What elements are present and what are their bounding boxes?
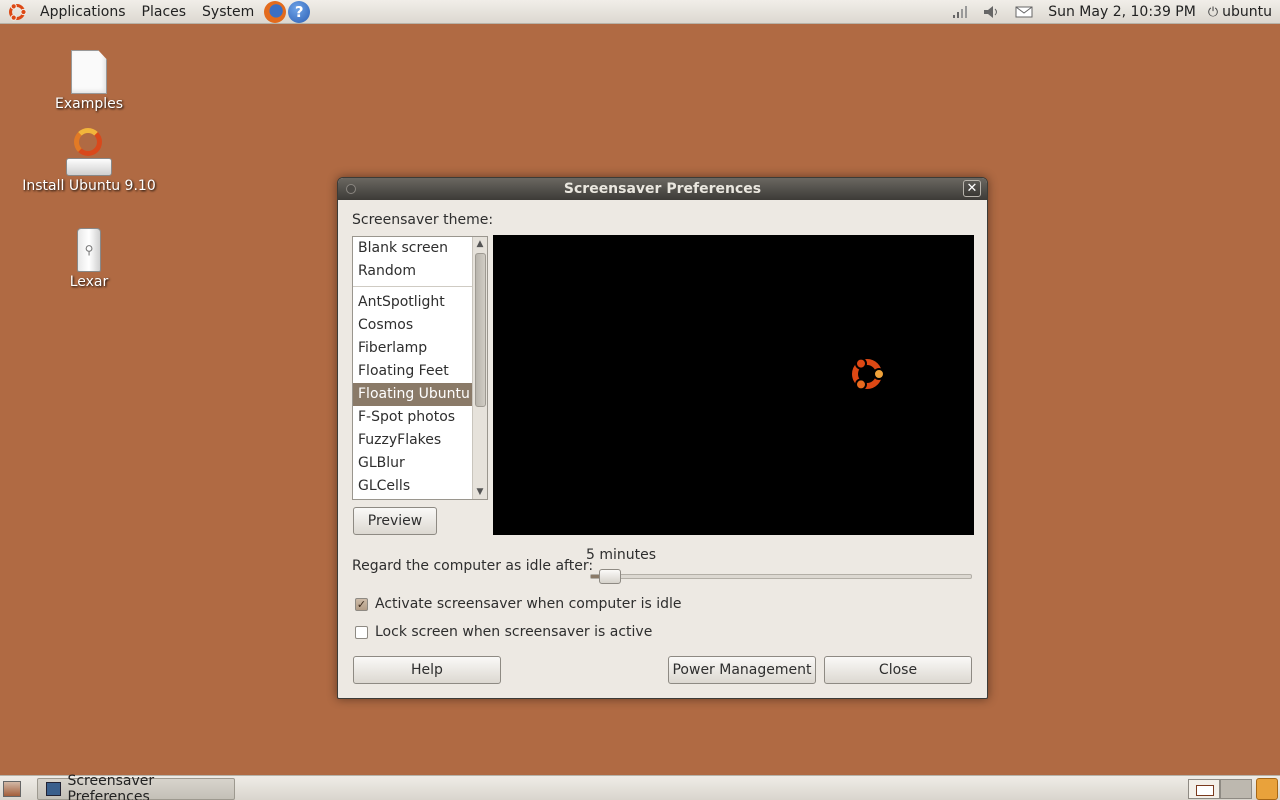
- lock-checkbox[interactable]: [355, 625, 368, 639]
- theme-item[interactable]: Floating Feet: [353, 360, 487, 383]
- ubuntu-logo-icon[interactable]: [6, 1, 28, 23]
- power-icon: ⏻: [1207, 4, 1219, 20]
- help-button[interactable]: Help: [353, 656, 501, 684]
- firefox-icon[interactable]: [264, 0, 287, 23]
- lock-screen-row[interactable]: Lock screen when screensaver is active: [355, 624, 652, 640]
- desktop-icon-install[interactable]: Install Ubuntu 9.10: [14, 128, 164, 194]
- theme-item[interactable]: Cosmos: [353, 314, 487, 337]
- activate-checkbox[interactable]: ✓: [355, 597, 368, 611]
- window-menu-icon[interactable]: [346, 184, 356, 194]
- lock-label: Lock screen when screensaver is active: [375, 624, 653, 640]
- theme-item[interactable]: Blank screen: [353, 237, 487, 260]
- theme-item[interactable]: FuzzyFlakes: [353, 429, 487, 452]
- user-menu[interactable]: ⏻ ubuntu: [1204, 4, 1280, 20]
- workspace-1[interactable]: [1188, 779, 1220, 799]
- theme-label: Screensaver theme:: [352, 212, 494, 228]
- clock[interactable]: Sun May 2, 10:39 PM: [1040, 4, 1204, 20]
- power-management-button[interactable]: Power Management: [668, 656, 816, 684]
- scroll-thumb[interactable]: [475, 253, 486, 407]
- desktop-icon-label: Install Ubuntu 9.10: [22, 178, 156, 194]
- workspace-2[interactable]: [1220, 779, 1252, 799]
- desktop-icon-label: Examples: [54, 96, 124, 112]
- theme-list[interactable]: Blank screen Random AntSpotlight Cosmos …: [352, 236, 488, 500]
- document-icon: [71, 50, 107, 94]
- desktop-icon-examples[interactable]: Examples: [14, 50, 164, 112]
- preview-button[interactable]: Preview: [353, 507, 437, 535]
- theme-item[interactable]: Random: [353, 260, 487, 283]
- desktop-icon-label: Lexar: [69, 274, 109, 290]
- activate-screensaver-row[interactable]: ✓ Activate screensaver when computer is …: [355, 596, 681, 612]
- window-icon: [46, 782, 62, 796]
- menu-system[interactable]: System: [194, 0, 262, 24]
- usb-drive-icon: ⚲: [77, 228, 101, 272]
- idle-slider[interactable]: [590, 569, 972, 584]
- help-icon[interactable]: ?: [288, 0, 311, 23]
- taskbar-label: Screensaver Preferences: [67, 773, 155, 800]
- scroll-down-icon[interactable]: ▼: [473, 485, 487, 499]
- close-button[interactable]: Close: [824, 656, 972, 684]
- user-name: ubuntu: [1222, 4, 1272, 20]
- trash-icon[interactable]: [1256, 778, 1278, 800]
- scroll-up-icon[interactable]: ▲: [473, 237, 487, 251]
- desktop-icon-lexar[interactable]: ⚲ Lexar: [14, 228, 164, 290]
- mail-icon[interactable]: [1014, 2, 1034, 22]
- theme-list-scrollbar[interactable]: ▲ ▼: [472, 237, 487, 499]
- idle-label: Regard the computer as idle after:: [352, 558, 594, 574]
- menu-places[interactable]: Places: [134, 0, 195, 24]
- activate-label: Activate screensaver when computer is id…: [375, 596, 682, 612]
- theme-item[interactable]: F-Spot photos: [353, 406, 487, 429]
- screensaver-preview: [493, 235, 974, 535]
- floating-ubuntu-logo-icon: [852, 357, 885, 391]
- theme-item[interactable]: AntSpotlight: [353, 291, 487, 314]
- menu-applications[interactable]: Applications: [32, 0, 134, 24]
- dialog-title: Screensaver Preferences: [563, 181, 762, 197]
- idle-slider-thumb[interactable]: [599, 569, 621, 584]
- theme-item[interactable]: GLBlur: [353, 452, 487, 475]
- show-desktop-icon[interactable]: [3, 781, 21, 797]
- dialog-titlebar[interactable]: Screensaver Preferences ✕: [338, 178, 987, 200]
- top-panel: Applications Places System ? Sun May 2, …: [0, 0, 1280, 24]
- taskbar-button[interactable]: Screensaver Preferences: [37, 773, 235, 800]
- list-separator: [353, 283, 487, 287]
- idle-value: 5 minutes: [586, 547, 657, 563]
- theme-item[interactable]: Fiberlamp: [353, 337, 487, 360]
- panel-tray: Sun May 2, 10:39 PM ⏻ ubuntu: [944, 0, 1280, 24]
- theme-item-selected[interactable]: Floating Ubuntu: [353, 383, 487, 406]
- volume-icon[interactable]: [982, 2, 1002, 22]
- bottom-panel: Screensaver Preferences: [0, 773, 1280, 800]
- screensaver-dialog: Screensaver Preferences ✕ Screensaver th…: [337, 177, 988, 699]
- theme-item[interactable]: GLCells: [353, 475, 487, 498]
- network-icon[interactable]: [950, 2, 970, 22]
- installer-icon: [64, 128, 114, 176]
- window-close-button[interactable]: ✕: [963, 180, 981, 197]
